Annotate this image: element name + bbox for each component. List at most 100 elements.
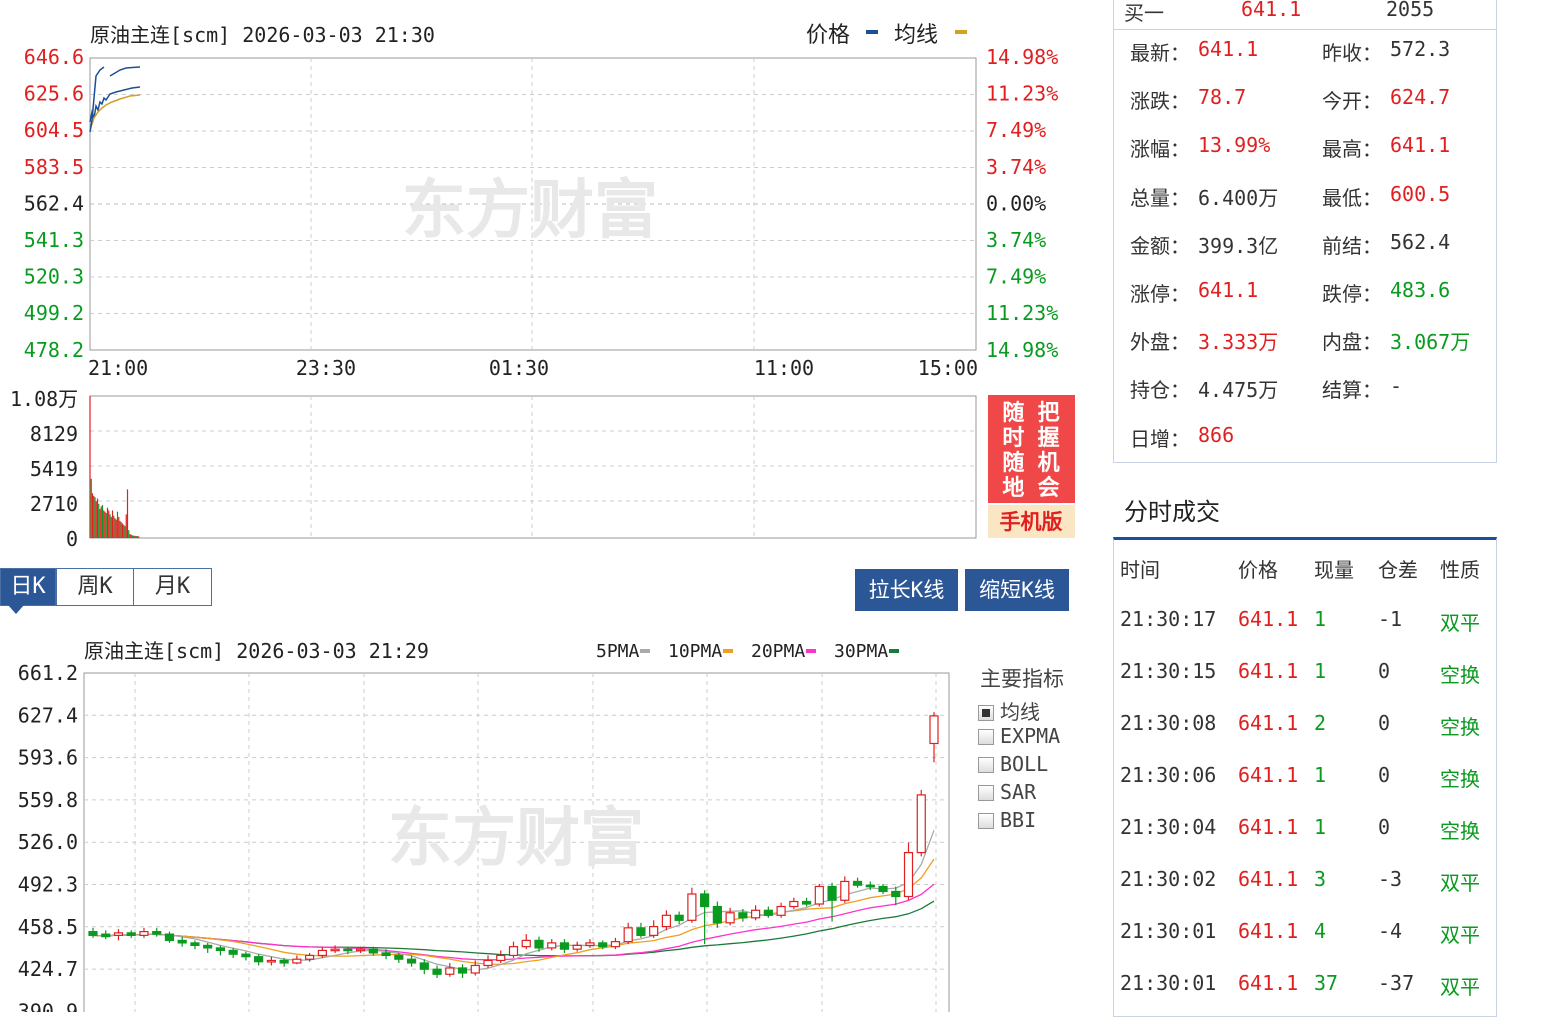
ad-line-3: 随 机 [1002, 450, 1059, 476]
indicator-option-expma[interactable]: EXPMA [978, 724, 1060, 748]
quote-label: 前结： [1322, 233, 1382, 258]
candle-body [738, 912, 748, 919]
time-tick-label: 11:00 [754, 356, 814, 380]
quote-value: 600.5 [1390, 181, 1451, 206]
candle-body [636, 927, 646, 936]
indicator-label: EXPMA [1000, 724, 1061, 748]
candle-body [559, 942, 570, 950]
tab-pointer-icon [8, 605, 24, 614]
kline-chart: 原油主连[scm] 2026-03-03 21:29 5PMA 10PMA 20PM… [18, 639, 950, 1012]
trade-cell: 21:30:17 [1120, 607, 1217, 631]
trade-cell: 641.1 [1238, 659, 1299, 683]
lengthen-k-button[interactable]: 拉长K线 [855, 569, 958, 611]
vol-label-zero: 0 [66, 527, 78, 551]
trade-cell: 641.1 [1238, 919, 1299, 943]
quote-label: 金额： [1130, 233, 1190, 258]
indicator-option-bbi[interactable]: BBI [978, 808, 1036, 832]
tab-weekly-k[interactable]: 周K [56, 568, 134, 606]
pct-tick-label: 3.74% [986, 155, 1046, 179]
indicator-option-均线[interactable]: 均线 [978, 696, 1040, 725]
ma-legend-label: 30PMA [834, 641, 888, 662]
checkbox-icon[interactable] [978, 785, 994, 801]
candle-body [751, 909, 761, 919]
pct-tick-label: 11.23% [986, 82, 1058, 106]
checkbox-icon[interactable] [978, 813, 994, 829]
shorten-k-button[interactable]: 缩短K线 [965, 569, 1069, 611]
candle-body [700, 893, 710, 908]
ad-line-4: 地 会 [1002, 475, 1059, 501]
pct-axis-right: 14.98% 11.23% 7.49% 3.74% 0.00% 3.74% 7.49% 11.… [986, 45, 1058, 362]
quote-value: 572.3 [1390, 37, 1451, 61]
quote-value: 399.3亿 [1198, 233, 1279, 258]
quote-value: 3.067万 [1390, 330, 1471, 355]
candle-body [368, 948, 378, 954]
trade-cell: 0 [1378, 763, 1391, 787]
price-tick-label: 499.2 [24, 301, 84, 325]
indicator-option-sar[interactable]: SAR [978, 780, 1036, 804]
quote-value: 3.333万 [1198, 330, 1279, 355]
quote-label: 涨幅： [1130, 137, 1190, 162]
candle-body [814, 885, 824, 905]
candle-body [610, 941, 621, 948]
trade-cell: 2 [1314, 711, 1327, 735]
price-axis-left: 646.6 625.6 604.5 583.5 562.4 541.3 520.3 499.2… [24, 45, 84, 362]
quote-value: 78.7 [1198, 85, 1247, 110]
candle-body [623, 927, 633, 943]
trades-header-cell: 现量 [1314, 558, 1354, 582]
candle-body [317, 949, 327, 957]
time-tick-label: 15:00 [918, 356, 978, 380]
quote-label: 昨收： [1322, 41, 1382, 65]
indicator-option-boll[interactable]: BOLL [978, 752, 1048, 776]
time-axis: 21:00 23:30 01:30 11:00 15:00 [88, 356, 978, 380]
candle-body [801, 900, 812, 905]
kline-price-label: 627.4 [18, 703, 78, 727]
price-tick-label: 541.3 [24, 228, 84, 252]
ma-legend-swatch [723, 649, 733, 653]
candle-body [279, 959, 289, 964]
tab-monthly-k[interactable]: 月K [133, 568, 212, 606]
quote-value: 624.7 [1390, 85, 1451, 110]
ma-legend-label: 10PMA [668, 641, 722, 662]
trade-cell: 641.1 [1238, 867, 1299, 891]
quote-label: 涨停： [1130, 282, 1190, 306]
candle-body [330, 948, 340, 952]
ad-line-1: 随 把 [1002, 400, 1059, 426]
quote-value: - [1390, 374, 1403, 399]
checkbox-icon[interactable] [978, 705, 994, 721]
trade-cell: 641.1 [1238, 815, 1299, 839]
time-tick-label: 01:30 [489, 356, 549, 380]
candle-body [152, 931, 162, 935]
candle-body [929, 715, 939, 745]
quote-value: 641.1 [1390, 133, 1451, 158]
trades-header-cell: 仓差 [1378, 558, 1418, 582]
trade-cell: 1 [1314, 763, 1327, 787]
time-tick-label: 21:00 [88, 356, 148, 380]
trade-cell: 641.1 [1238, 971, 1299, 995]
trade-cell: -37 [1378, 971, 1415, 995]
trades-header-cell: 价格 [1238, 558, 1278, 582]
kline-price-label: 526.0 [18, 830, 78, 854]
candle-body [305, 954, 315, 960]
trade-cell: 1 [1314, 659, 1327, 683]
intraday-title: 原油主连[scm] 2026-03-03 21:30 [90, 23, 435, 47]
quote-label: 今开： [1322, 89, 1382, 114]
indicator-label: SAR [1000, 780, 1037, 804]
legend-avg-label: 均线 [894, 23, 938, 48]
candle-body [215, 947, 226, 952]
trade-cell: 空换 [1440, 819, 1480, 843]
trade-cell: 空换 [1440, 663, 1480, 687]
quote-value: 562.4 [1390, 229, 1451, 254]
checkbox-icon[interactable] [978, 757, 994, 773]
checkbox-icon[interactable] [978, 729, 994, 745]
candle-body [139, 931, 149, 936]
candle-body [827, 885, 837, 901]
quote-label: 跌停： [1322, 282, 1382, 306]
quote-value: 13.99% [1198, 133, 1271, 158]
candle-body [852, 880, 863, 886]
ad-footer-text: 手机版 [1000, 510, 1063, 534]
candle-body [241, 953, 251, 958]
candle-body [521, 939, 531, 948]
price-tick-label: 562.4 [24, 191, 84, 215]
tab-daily-k[interactable]: 日K [0, 568, 56, 606]
ma-legend-swatch [806, 649, 816, 653]
